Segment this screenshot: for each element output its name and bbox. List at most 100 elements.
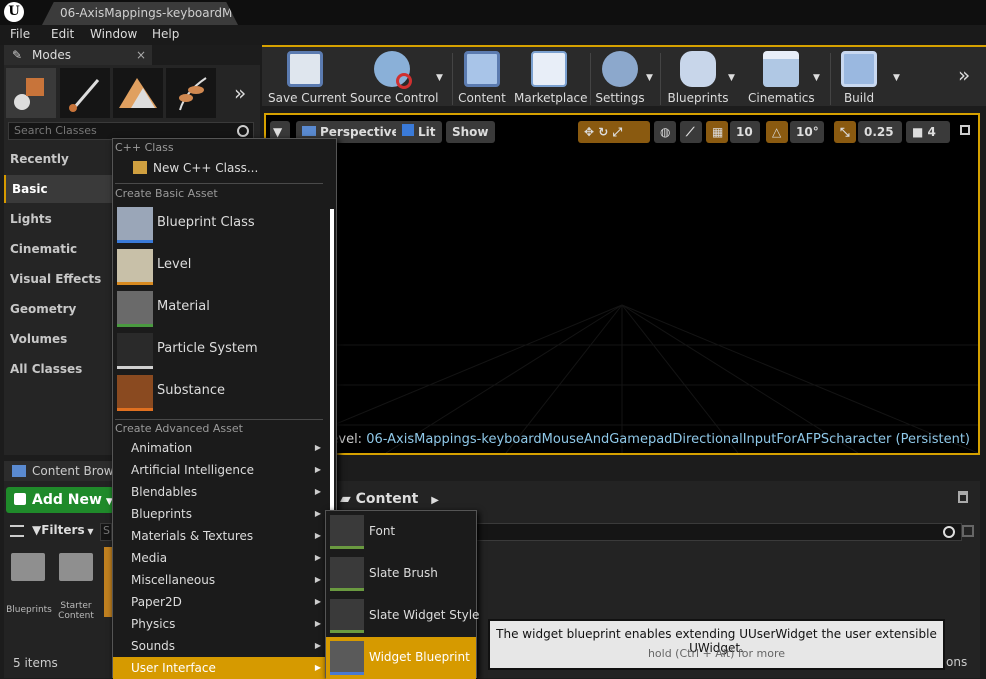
- level-icon: [117, 249, 153, 285]
- modes-tab[interactable]: ✎ Modes ×: [4, 45, 152, 65]
- show-button[interactable]: Show: [446, 121, 495, 143]
- category-basic[interactable]: Basic: [4, 175, 114, 203]
- advanced-media-label: Media: [131, 551, 168, 565]
- submenu-arrow-icon: ▶: [314, 619, 321, 628]
- category-recently-placed[interactable]: Recently Placed: [4, 145, 114, 194]
- new-cpp-class-item[interactable]: New C++ Class...: [113, 157, 323, 179]
- landscape-mode-icon[interactable]: [113, 68, 163, 118]
- blueprints-dropdown-icon[interactable]: ▼: [728, 73, 735, 83]
- settings-dropdown-icon[interactable]: ▼: [646, 73, 653, 83]
- source-control-button[interactable]: Source Control: [350, 51, 439, 107]
- build-button[interactable]: Build: [836, 51, 882, 107]
- advanced-user-interface[interactable]: User Interface ▶: [113, 657, 327, 679]
- content-label: Content: [458, 91, 506, 105]
- advanced-sounds-label: Sounds: [131, 639, 176, 653]
- gamepad-icon: [680, 51, 716, 87]
- blueprints-button[interactable]: Blueprints: [666, 51, 730, 107]
- grid-snap-icon[interactable]: ▦: [706, 121, 728, 143]
- content-button[interactable]: Content: [458, 51, 506, 107]
- folder-starter-content-icon[interactable]: [59, 553, 93, 581]
- category-visual-effects[interactable]: Visual Effects: [4, 265, 114, 293]
- source-control-label: Source Control: [350, 91, 439, 105]
- scale-snap-icon[interactable]: ⤡: [834, 121, 856, 143]
- advanced-physics[interactable]: Physics ▶: [113, 613, 327, 635]
- marketplace-button[interactable]: Marketplace: [514, 51, 588, 107]
- lit-button[interactable]: Lit: [396, 121, 442, 143]
- filters-button[interactable]: ▼Filters ▼: [32, 523, 94, 537]
- grid-snap-value[interactable]: 10: [730, 121, 760, 143]
- widget-blueprint-item[interactable]: Widget Blueprint: [326, 637, 476, 679]
- particle-system-item[interactable]: Particle System: [113, 331, 323, 373]
- blueprint-class-item[interactable]: Blueprint Class: [113, 205, 323, 247]
- rotation-snap-icon[interactable]: △: [766, 121, 788, 143]
- category-cinematic[interactable]: Cinematic: [4, 235, 114, 263]
- material-item[interactable]: Material: [113, 289, 323, 331]
- advanced-misc-label: Miscellaneous: [131, 573, 216, 587]
- content-path-bar: ▰ Content ▶: [340, 486, 439, 512]
- modes-icon: ✎: [12, 48, 23, 62]
- menu-edit[interactable]: Edit: [51, 27, 74, 41]
- surface-snap-icon[interactable]: ⟋: [680, 121, 702, 143]
- font-item[interactable]: Font: [326, 511, 476, 553]
- foliage-mode-icon[interactable]: [166, 68, 216, 118]
- build-dropdown-icon[interactable]: ▼: [893, 73, 900, 83]
- level-item[interactable]: Level: [113, 247, 323, 289]
- menu-help[interactable]: Help: [152, 27, 179, 41]
- close-icon[interactable]: ×: [136, 45, 146, 65]
- build-cubes-icon: [841, 51, 877, 87]
- perspective-label: Perspective: [320, 125, 400, 139]
- folder-blueprints-icon[interactable]: [11, 553, 45, 581]
- advanced-media[interactable]: Media ▶: [113, 547, 327, 569]
- advanced-paper2d[interactable]: Paper2D ▶: [113, 591, 327, 613]
- world-local-icon[interactable]: ◍: [654, 121, 676, 143]
- paint-mode-icon[interactable]: [60, 68, 110, 118]
- source-control-dropdown-icon[interactable]: ▼: [436, 73, 443, 83]
- document-tab[interactable]: 06-AxisMappings-keyboardM: [42, 2, 238, 25]
- view-options-label[interactable]: ons: [946, 655, 967, 669]
- cinematics-button[interactable]: Cinematics: [748, 51, 815, 107]
- slate-brush-item[interactable]: Slate Brush: [326, 553, 476, 595]
- advanced-artificial-intelligence[interactable]: Artificial Intelligence ▶: [113, 459, 327, 481]
- category-volumes[interactable]: Volumes: [4, 325, 114, 353]
- font-icon: [330, 515, 364, 549]
- asset-search-input[interactable]: S: [100, 523, 112, 541]
- path-content[interactable]: Content: [356, 491, 419, 507]
- advanced-miscellaneous[interactable]: Miscellaneous ▶: [113, 569, 327, 591]
- category-geometry[interactable]: Geometry: [4, 295, 114, 323]
- category-lights[interactable]: Lights: [4, 205, 114, 233]
- category-all-classes[interactable]: All Classes: [4, 355, 114, 383]
- settings-button[interactable]: Settings: [594, 51, 646, 107]
- more-modes-icon[interactable]: »: [234, 81, 246, 105]
- path-chevron-icon[interactable]: ▶: [431, 495, 439, 506]
- slate-widget-style-item[interactable]: Slate Widget Style: [326, 595, 479, 637]
- save-search-icon[interactable]: [962, 525, 974, 537]
- place-mode-icon[interactable]: [6, 68, 56, 118]
- scale-snap-value[interactable]: 0.25: [858, 121, 902, 143]
- advanced-blueprints[interactable]: Blueprints ▶: [113, 503, 327, 525]
- advanced-blendables[interactable]: Blendables ▶: [113, 481, 327, 503]
- level-viewport[interactable]: ▼ Perspective Lit Show ✥ ↻ ⤢ ◍ ⟋ ▦ 10 △ …: [264, 113, 980, 455]
- menu-file[interactable]: File: [10, 27, 30, 41]
- cinematics-dropdown-icon[interactable]: ▼: [813, 73, 820, 83]
- advanced-blendables-label: Blendables: [131, 485, 198, 499]
- sources-panel-icon[interactable]: [10, 525, 24, 537]
- content-browser-title: Content Browser: [32, 464, 116, 478]
- save-current-button[interactable]: Save Current: [268, 51, 346, 107]
- menu-window[interactable]: Window: [90, 27, 137, 41]
- camera-speed-button[interactable]: ■ 4: [906, 121, 950, 143]
- advanced-sounds[interactable]: Sounds ▶: [113, 635, 327, 657]
- menu-bar: File Edit Window Help: [0, 25, 986, 45]
- maximize-viewport-icon[interactable]: [960, 125, 970, 135]
- lock-icon[interactable]: [958, 491, 968, 503]
- transform-tools[interactable]: ✥ ↻ ⤢: [578, 121, 650, 143]
- substance-item[interactable]: Substance: [113, 373, 323, 415]
- rotation-snap-value[interactable]: 10°: [790, 121, 824, 143]
- menu-scrollbar[interactable]: [330, 209, 334, 549]
- add-new-button[interactable]: Add New ▼: [6, 487, 114, 513]
- advanced-materials-textures[interactable]: Materials & Textures ▶: [113, 525, 327, 547]
- main-toolbar: Save Current Source Control ▼ Content Ma…: [262, 45, 986, 106]
- advanced-animation[interactable]: Animation ▶: [113, 437, 327, 459]
- submenu-arrow-icon: ▶: [314, 663, 321, 672]
- content-browser-tab[interactable]: Content Browser: [4, 461, 116, 481]
- toolbar-more-icon[interactable]: »: [958, 63, 970, 87]
